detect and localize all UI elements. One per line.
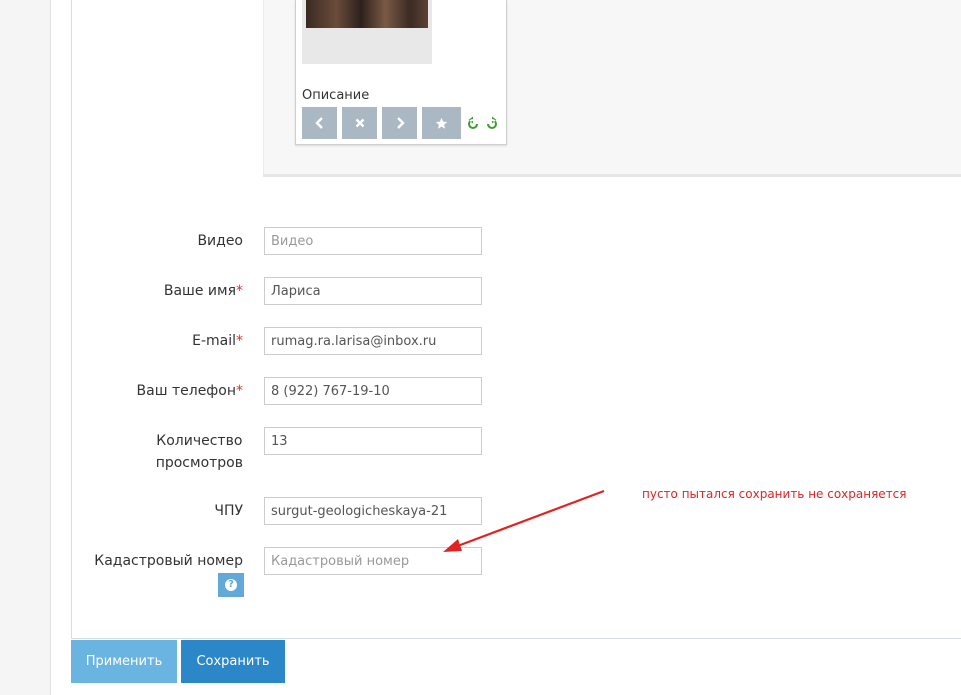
email-label: E-mail* xyxy=(192,333,243,349)
video-label: Видео xyxy=(197,233,243,249)
set-main-photo-button[interactable] xyxy=(422,107,461,139)
video-input[interactable] xyxy=(264,227,482,255)
close-icon xyxy=(355,118,364,128)
phone-input[interactable] xyxy=(264,377,482,405)
cadastral-input[interactable] xyxy=(264,547,482,575)
name-label: Ваше имя* xyxy=(163,283,243,299)
required-mark: * xyxy=(236,283,243,299)
apply-button[interactable]: Применить xyxy=(71,640,177,683)
photo-card: Описание xyxy=(295,0,507,145)
move-right-button[interactable] xyxy=(382,107,417,139)
action-bar: Применить Сохранить xyxy=(71,640,961,695)
star-icon xyxy=(435,117,448,129)
photo-caption[interactable]: Описание xyxy=(302,88,369,103)
move-left-button[interactable] xyxy=(302,107,337,139)
phone-label: Ваш телефон* xyxy=(136,383,243,399)
help-icon[interactable]: ? xyxy=(218,573,244,597)
name-input[interactable] xyxy=(264,277,482,305)
cadastral-label: Кадастровый номер xyxy=(94,553,243,569)
rotate-left-icon[interactable] xyxy=(465,115,481,131)
email-input[interactable] xyxy=(264,327,482,355)
required-mark: * xyxy=(236,333,243,349)
annotation-note: пусто пытался сохранить не сохраняется xyxy=(642,487,907,501)
required-mark: * xyxy=(236,383,243,399)
left-sidebar-rail xyxy=(0,0,51,695)
rotate-right-icon[interactable] xyxy=(484,115,500,131)
slug-input[interactable] xyxy=(264,497,482,525)
views-input[interactable] xyxy=(264,427,482,455)
photo-thumbnail-frame xyxy=(302,0,432,64)
chevron-right-icon xyxy=(396,117,405,129)
delete-photo-button[interactable] xyxy=(342,107,377,139)
chevron-left-icon xyxy=(314,117,323,129)
save-button[interactable]: Сохранить xyxy=(181,640,285,683)
views-label: Количество просмотров xyxy=(155,433,243,471)
photo-thumbnail[interactable] xyxy=(306,0,428,28)
slug-label: ЧПУ xyxy=(214,503,243,519)
